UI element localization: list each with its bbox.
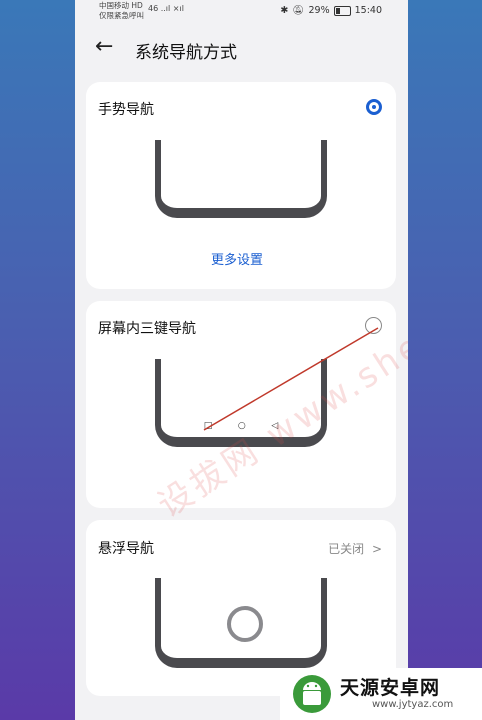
annotation-arrow	[203, 327, 379, 431]
footer-logo: 天源安卓网 www.jytyaz.com	[280, 668, 482, 720]
annotation-line	[203, 327, 379, 431]
brand-name: 天源安卓网	[340, 677, 441, 699]
android-logo-icon	[293, 675, 331, 713]
brand-url: www.jytyaz.com	[372, 699, 454, 710]
